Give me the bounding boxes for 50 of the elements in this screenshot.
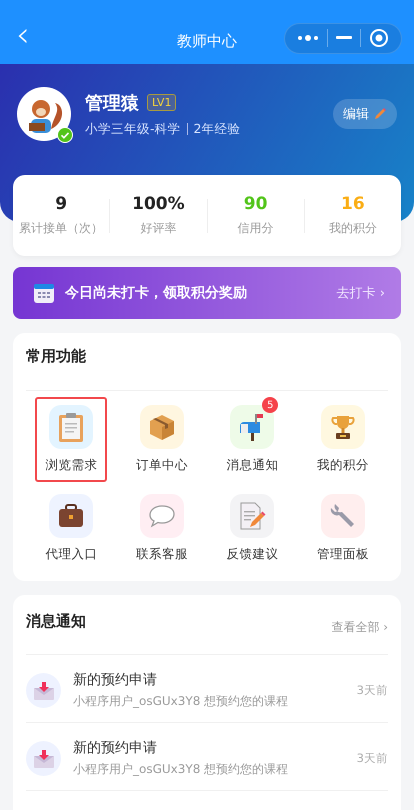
stat-value: 16 bbox=[341, 194, 365, 214]
box-icon bbox=[148, 413, 176, 441]
grade-subject: 小学三年级-科学 bbox=[85, 120, 181, 138]
stat-label: 累计接单（次） bbox=[19, 220, 104, 237]
function-item[interactable]: 订单中心 bbox=[126, 397, 198, 482]
stat-value: 90 bbox=[244, 194, 268, 214]
stat-label: 信用分 bbox=[238, 220, 274, 237]
document-pencil-icon bbox=[238, 501, 266, 531]
clipboard-icon bbox=[58, 412, 84, 442]
message-item[interactable]: 新的预约申请 小程序用户_osGUx3Y8 想预约您的课程 3天前 bbox=[26, 723, 388, 791]
wrench-icon bbox=[328, 502, 357, 530]
section-title: 常用功能 bbox=[26, 333, 388, 391]
envelope-icon bbox=[32, 680, 54, 700]
teacher-name: 管理猿 bbox=[85, 92, 139, 114]
pencil-icon bbox=[373, 107, 387, 121]
message-title: 新的预约申请 bbox=[73, 739, 158, 757]
message-item[interactable]: 新的预约申请 小程序用户_osGUx3Y8 想预约您的课程 3天前 bbox=[26, 655, 388, 723]
more-icon[interactable] bbox=[297, 34, 319, 42]
function-item[interactable]: 管理面板 bbox=[306, 486, 379, 571]
chat-bubble-icon bbox=[146, 503, 177, 529]
close-icon[interactable] bbox=[369, 28, 389, 48]
stat-label: 我的积分 bbox=[328, 220, 377, 237]
experience: 2年经验 bbox=[194, 120, 240, 138]
calendar-icon bbox=[33, 282, 55, 304]
edit-button[interactable]: 编辑 bbox=[333, 99, 397, 129]
stat-value: 9 bbox=[55, 194, 68, 214]
section-title: 消息通知 bbox=[26, 612, 86, 631]
checkin-text: 今日尚未打卡，领取积分奖励 bbox=[65, 284, 247, 302]
envelope-icon bbox=[32, 748, 54, 768]
function-item[interactable]: 5 消息通知 bbox=[216, 397, 288, 482]
function-item[interactable]: 反馈建议 bbox=[216, 486, 288, 571]
level-badge: LV1 bbox=[147, 94, 176, 111]
function-item[interactable]: 浏览需求 bbox=[35, 397, 108, 482]
function-item[interactable]: 我的积分 bbox=[306, 397, 379, 482]
trophy-icon bbox=[328, 413, 357, 441]
page-title: 教师中心 bbox=[177, 32, 237, 51]
stat-value: 100% bbox=[132, 194, 185, 214]
notification-badge: 5 bbox=[262, 397, 278, 413]
message-time: 3天前 bbox=[356, 683, 388, 698]
function-item[interactable]: 代理入口 bbox=[35, 486, 108, 571]
briefcase-icon bbox=[57, 503, 86, 529]
message-title: 新的预约申请 bbox=[73, 671, 158, 689]
stat-label: 好评率 bbox=[140, 220, 176, 237]
checkin-banner[interactable]: 今日尚未打卡，领取积分奖励 去打卡 › bbox=[13, 267, 401, 319]
message-body: 小程序用户_osGUx3Y8 想预约您的课程 bbox=[73, 761, 290, 778]
minimize-icon[interactable] bbox=[336, 36, 352, 40]
function-item[interactable]: 联系客服 bbox=[126, 486, 198, 571]
message-time: 3天前 bbox=[356, 751, 388, 766]
message-body: 小程序用户_osGUx3Y8 想预约您的课程 bbox=[73, 693, 290, 710]
mini-program-capsule[interactable] bbox=[284, 22, 402, 54]
